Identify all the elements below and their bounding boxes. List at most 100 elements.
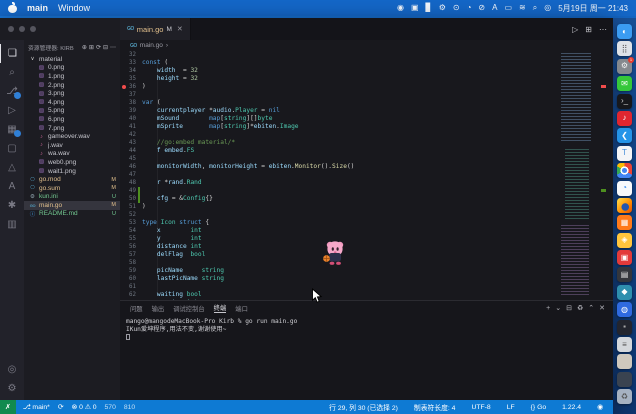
panel-tab-输出[interactable]: 输出 xyxy=(152,304,165,313)
code-line[interactable]: 58 xyxy=(120,259,613,267)
file-item[interactable]: ▨ 5.png xyxy=(24,107,120,116)
file-item[interactable]: ♪ wa.wav xyxy=(24,150,120,159)
dock-trash[interactable]: ♻ xyxy=(617,389,632,405)
code-line[interactable]: 61 xyxy=(120,283,613,291)
code-line[interactable]: 46 monitorWidth, monitorHeight = ebiten.… xyxy=(120,163,613,171)
code-line[interactable]: 41 mSprite map[string]*ebiten.Image xyxy=(120,123,613,131)
dock-blue-globe-app[interactable]: ◍ xyxy=(617,302,632,318)
input-source-icon[interactable]: A xyxy=(492,0,497,16)
close-window-button[interactable] xyxy=(8,26,14,32)
dock-orange-grid-app[interactable]: ▦ xyxy=(617,215,632,231)
activitybar-kanban[interactable]: ▥ xyxy=(0,215,24,234)
circle-status-icon[interactable]: ◉ xyxy=(397,0,404,16)
clipboard-icon[interactable]: ▊ xyxy=(426,0,432,16)
dock-terminal-app[interactable]: ›_ xyxy=(617,93,632,109)
dock-yellow-app[interactable]: ◈ xyxy=(617,232,632,248)
dock-window-thumbnail-dark[interactable] xyxy=(617,371,632,387)
split-terminal-button[interactable]: ⊟ xyxy=(566,304,572,312)
code-line[interactable]: 47 xyxy=(120,171,613,179)
statusbar-problems[interactable]: ⊗ 0 ⚠ 0 xyxy=(68,400,101,414)
collapse-button[interactable]: ⊟ xyxy=(103,44,108,51)
dock-vscode[interactable]: ❮ xyxy=(617,128,632,144)
statusbar-status-extra-2[interactable]: 810 xyxy=(120,400,139,414)
kirby-pet-sprite[interactable] xyxy=(320,239,348,266)
file-item[interactable]: ▨ 6.png xyxy=(24,115,120,124)
code-line[interactable]: 38 var ( xyxy=(120,99,613,107)
file-item[interactable]: ▨ 1.png xyxy=(24,72,120,81)
file-item[interactable]: ∨ material xyxy=(24,55,120,64)
record-icon[interactable]: ⊘ xyxy=(478,0,485,16)
panel-tab-问题[interactable]: 问题 xyxy=(130,304,143,313)
zoom-window-button[interactable] xyxy=(30,26,36,32)
statusbar-status-extra-1[interactable]: 570 xyxy=(101,400,120,414)
code-line[interactable]: 54 x int xyxy=(120,227,613,235)
code-line[interactable]: 53 type Icon struct { xyxy=(120,219,613,227)
statusbar-language-mode[interactable]: {} Go xyxy=(527,400,551,414)
dock-netdisk-app[interactable]: ◔ xyxy=(617,180,632,196)
new-file-button[interactable]: ⊕ xyxy=(82,44,87,51)
code-line[interactable]: 44 f embed.FS xyxy=(120,147,613,155)
dock-finder[interactable]: ◐ xyxy=(617,24,632,39)
code-line[interactable]: 40 mSound map[string][]byte xyxy=(120,115,613,123)
file-item[interactable]: GO main.go M xyxy=(24,201,120,210)
refresh-button[interactable]: ⟳ xyxy=(96,44,101,51)
statusbar-notifications-bell[interactable]: ◉ xyxy=(593,400,607,414)
close-tab-icon[interactable]: ✕ xyxy=(177,25,183,33)
code-line[interactable]: 49 xyxy=(120,187,613,195)
file-item[interactable]: ⎔ go.sum M xyxy=(24,184,120,193)
dock-book-app[interactable]: ▤ xyxy=(617,267,632,283)
panel-tab-终端[interactable]: 终端 xyxy=(213,303,227,313)
dock-gray-doc-app[interactable]: ≡ xyxy=(617,337,632,353)
dock-red-box-app[interactable]: ▣ xyxy=(617,250,632,266)
clock-status-icon[interactable]: ◔ xyxy=(467,0,472,16)
file-item[interactable]: ⓘ README.md U xyxy=(24,210,120,219)
file-item[interactable]: ▨ 7.png xyxy=(24,124,120,133)
menubar-menu-window[interactable]: Window xyxy=(58,3,90,13)
statusbar-indentation[interactable]: 制表符长度: 4 xyxy=(410,400,460,414)
more-actions-button[interactable]: ⋯ xyxy=(599,25,607,34)
panel-tab-调试控制台[interactable]: 调试控制台 xyxy=(173,304,204,313)
statusbar-remote-indicator[interactable]: ✗ xyxy=(0,400,16,414)
minimap[interactable] xyxy=(561,53,597,297)
activitybar-run-and-debug[interactable]: ▷ xyxy=(0,101,24,120)
activitybar-testing[interactable]: △ xyxy=(0,158,24,177)
dock-system-settings[interactable]: ⚙ 1 xyxy=(617,56,634,74)
activitybar-account[interactable]: ◎ xyxy=(0,360,24,379)
orbit-icon[interactable]: ⊙ xyxy=(453,0,460,16)
activitybar-live-share[interactable]: ✱ xyxy=(0,196,24,215)
user-status-icon[interactable]: ◎ xyxy=(544,0,551,16)
wifi-icon[interactable]: ≋ xyxy=(519,0,526,16)
code-line[interactable]: 48 r *rand.Rand xyxy=(120,179,613,187)
activitybar-source-control[interactable]: ⎇ xyxy=(0,82,24,101)
code-line[interactable]: 50 cfg = &Config{} xyxy=(120,195,613,203)
code-line[interactable]: 43 //go:embed material/* xyxy=(120,139,613,147)
code-line[interactable]: 45 xyxy=(120,155,613,163)
code-line[interactable]: 59 picName string xyxy=(120,267,613,275)
code-line[interactable]: 33 const ( xyxy=(120,59,613,67)
breadcrumb[interactable]: GO main.go › xyxy=(120,40,613,51)
tab-main-go[interactable]: GO main.go M ✕ xyxy=(120,18,191,40)
display-icon[interactable]: ▣ xyxy=(411,0,419,16)
run-button[interactable]: ▷ xyxy=(572,25,578,34)
file-item[interactable]: ⚙ kun.ini U xyxy=(24,193,120,202)
statusbar-cursor-position[interactable]: 行 29, 列 30 (已选择 2) xyxy=(325,400,402,414)
dock-wechat[interactable]: ✉ xyxy=(617,76,632,92)
menubar-app-name[interactable]: main xyxy=(27,3,48,13)
activitybar-extensions[interactable]: ▦ xyxy=(0,120,24,139)
dock-launchpad[interactable]: ⣿ xyxy=(617,41,632,57)
more-actions-button[interactable]: ⋯ xyxy=(110,44,116,51)
code-line[interactable]: 36) xyxy=(120,83,613,91)
search-status-icon[interactable]: ⌕ xyxy=(533,0,537,16)
code-editor[interactable]: 32 33 const (34 width = 32 35 height = 32 36… xyxy=(120,51,613,300)
statusbar-git-branch[interactable]: ⎇ main* xyxy=(19,400,54,414)
code-line[interactable]: 62 waiting bool xyxy=(120,291,613,299)
gear-status-icon[interactable]: ⚙ xyxy=(439,0,446,16)
dock-window-thumbnail-light[interactable] xyxy=(617,354,632,370)
code-line[interactable]: 55 y int xyxy=(120,235,613,243)
split-editor-button[interactable]: ⊞ xyxy=(585,25,592,34)
breadcrumb-file[interactable]: main.go xyxy=(140,42,163,49)
file-item[interactable]: ▨ 4.png xyxy=(24,98,120,107)
activitybar-remote-explorer[interactable]: ▢ xyxy=(0,139,24,158)
new-terminal-button[interactable]: + xyxy=(546,305,550,312)
close-panel-button[interactable]: ✕ xyxy=(599,304,605,312)
